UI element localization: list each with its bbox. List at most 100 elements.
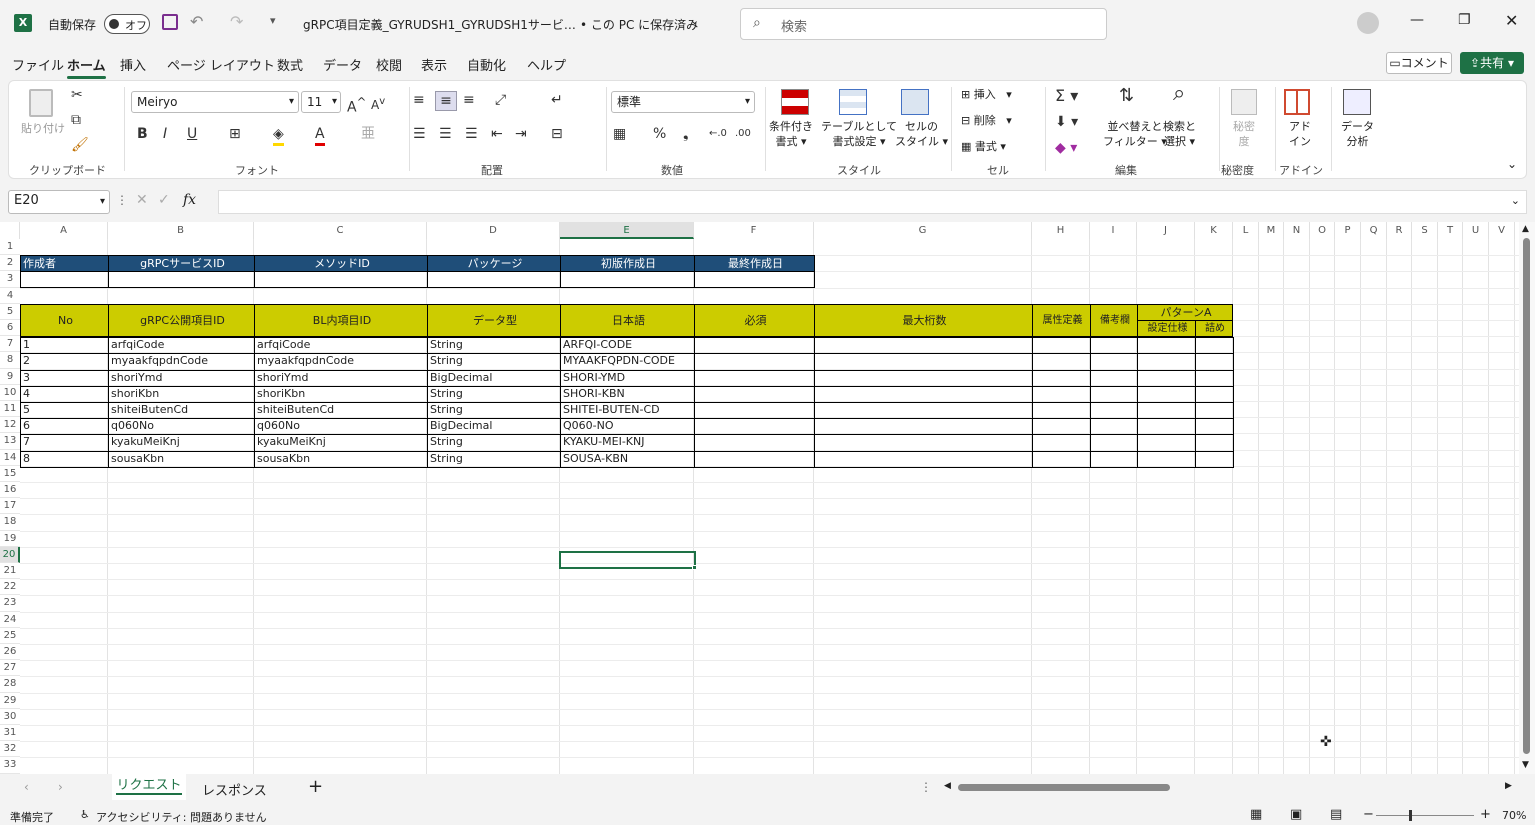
table-cell[interactable] — [1137, 402, 1196, 420]
row-header[interactable]: 24 — [0, 611, 20, 628]
row-header[interactable]: 21 — [0, 563, 20, 580]
table-cell[interactable] — [1195, 337, 1234, 355]
table-cell[interactable] — [694, 385, 815, 403]
table-cell[interactable] — [814, 369, 1033, 387]
paste-button[interactable]: 貼り付け — [21, 121, 65, 136]
column-header[interactable]: D — [427, 222, 560, 239]
column-header[interactable]: K — [1195, 222, 1233, 239]
zoom-out-icon[interactable]: − — [1363, 807, 1374, 822]
avatar[interactable] — [1357, 12, 1379, 34]
column-header[interactable]: T — [1438, 222, 1463, 239]
comma-style-icon[interactable]: ❟ — [683, 125, 689, 143]
row-header[interactable]: 18 — [0, 514, 20, 531]
tab-review[interactable]: 校閲 — [376, 55, 402, 74]
decrease-font-icon[interactable]: Av — [371, 93, 385, 114]
row-header[interactable]: 28 — [0, 676, 20, 693]
table-cell[interactable] — [694, 369, 815, 387]
table-cell[interactable]: BigDecimal — [427, 369, 561, 387]
horizontal-scroll-thumb[interactable] — [958, 784, 1170, 791]
font-name-select[interactable]: Meiryo ▾ — [131, 91, 299, 113]
add-sheet-icon[interactable]: + — [308, 776, 323, 797]
paste-icon[interactable] — [29, 89, 53, 117]
header-service-id[interactable]: gRPCサービスID — [108, 255, 255, 272]
row-header[interactable]: 33 — [0, 757, 20, 774]
th-grpc-item-id[interactable]: gRPC公開項目ID — [108, 304, 255, 337]
phonetic-icon[interactable]: 亜 — [361, 125, 375, 143]
table-cell[interactable]: 8 — [20, 450, 109, 468]
font-color-icon[interactable]: A — [315, 125, 325, 146]
row-header[interactable]: 5 — [0, 303, 20, 320]
fill-icon[interactable]: ⬇ ▾ — [1055, 113, 1078, 131]
table-cell[interactable] — [1195, 434, 1234, 452]
table-cell[interactable]: sousaKbn — [254, 450, 428, 468]
table-cell[interactable] — [1195, 385, 1234, 403]
percent-icon[interactable]: % — [653, 125, 666, 143]
value-package[interactable] — [427, 271, 561, 288]
tab-data[interactable]: データ — [323, 55, 362, 74]
table-cell[interactable]: MYAAKFQPDN-CODE — [560, 353, 695, 371]
column-header[interactable]: H — [1032, 222, 1090, 239]
value-method-id[interactable] — [254, 271, 428, 288]
table-cell[interactable]: SHORI-YMD — [560, 369, 695, 387]
table-cell[interactable] — [694, 402, 815, 420]
table-cell[interactable]: arfqiCode — [108, 337, 255, 355]
row-header[interactable]: 19 — [0, 530, 20, 547]
expand-formula-icon[interactable]: ⌄ — [1511, 194, 1520, 207]
number-format-select[interactable]: 標準 ▾ — [611, 91, 755, 113]
vertical-scroll-thumb[interactable] — [1523, 238, 1530, 754]
share-button[interactable]: ⇪共有 ▾ — [1460, 52, 1524, 74]
table-cell[interactable]: 3 — [20, 369, 109, 387]
cancel-icon[interactable]: ✕ — [136, 192, 148, 208]
table-cell[interactable]: SHITEI-BUTEN-CD — [560, 402, 695, 420]
row-header[interactable]: 9 — [0, 368, 20, 385]
table-cell[interactable]: arfqiCode — [254, 337, 428, 355]
table-cell[interactable]: ARFQI-CODE — [560, 337, 695, 355]
table-cell[interactable] — [1090, 385, 1138, 403]
header-package[interactable]: パッケージ — [427, 255, 561, 272]
table-cell[interactable] — [1090, 369, 1138, 387]
merge-center-icon[interactable]: ⊟ — [551, 125, 563, 143]
scroll-right-icon[interactable]: ▶ — [1505, 781, 1512, 791]
tab-page-layout[interactable]: ページ レイアウト — [167, 55, 275, 74]
row-header[interactable]: 13 — [0, 433, 20, 450]
border-icon[interactable]: ⊞ — [229, 125, 241, 143]
horizontal-scrollbar[interactable] — [956, 782, 1501, 792]
fill-color-icon[interactable]: ◈ — [273, 125, 284, 146]
prev-sheet-icon[interactable]: ‹ — [24, 780, 29, 794]
vertical-scrollbar[interactable]: ▲ ▼ — [1519, 222, 1535, 774]
table-cell[interactable]: SHORI-KBN — [560, 385, 695, 403]
column-header[interactable]: V — [1489, 222, 1515, 239]
column-header[interactable]: P — [1335, 222, 1361, 239]
table-cell[interactable]: shoriYmd — [108, 369, 255, 387]
zoom-in-icon[interactable]: + — [1480, 807, 1491, 822]
search-box[interactable]: ⌕ 検索 — [740, 8, 1107, 40]
table-cell[interactable] — [694, 337, 815, 355]
table-cell[interactable] — [1090, 402, 1138, 420]
column-header[interactable]: U — [1463, 222, 1489, 239]
insert-cells-button[interactable]: ⊞ 挿入 ▾ — [961, 87, 1012, 102]
row-header[interactable]: 15 — [0, 465, 20, 482]
table-cell[interactable]: String — [427, 402, 561, 420]
format-as-table-button[interactable]: テーブルとして 書式設定 ▾ — [821, 119, 897, 149]
table-cell[interactable] — [814, 337, 1033, 355]
table-cell[interactable]: 2 — [20, 353, 109, 371]
value-last-created[interactable] — [694, 271, 815, 288]
sensitivity-button[interactable]: 秘密度 — [1233, 119, 1255, 149]
table-cell[interactable] — [1137, 385, 1196, 403]
row-header[interactable]: 20 — [0, 546, 20, 563]
table-cell[interactable] — [1195, 369, 1234, 387]
th-japanese[interactable]: 日本語 — [560, 304, 695, 337]
format-painter-icon[interactable]: 🖌 — [71, 136, 89, 154]
ribbon-collapse-icon[interactable]: ⌄ — [1507, 157, 1517, 171]
align-right-icon[interactable]: ☰ — [465, 125, 478, 143]
conditional-format-button[interactable]: 条件付き 書式 ▾ — [769, 119, 813, 149]
column-header[interactable]: Q — [1361, 222, 1387, 239]
increase-decimal-icon[interactable]: ←.0 — [709, 125, 727, 143]
column-header[interactable]: C — [254, 222, 427, 239]
table-cell[interactable]: KYAKU-MEI-KNJ — [560, 434, 695, 452]
row-header[interactable]: 7 — [0, 336, 20, 353]
table-cell[interactable] — [1137, 337, 1196, 355]
copy-icon[interactable]: ⧉ — [71, 111, 81, 129]
table-cell[interactable]: String — [427, 385, 561, 403]
th-attribute-def[interactable]: 属性定義 — [1032, 304, 1091, 337]
